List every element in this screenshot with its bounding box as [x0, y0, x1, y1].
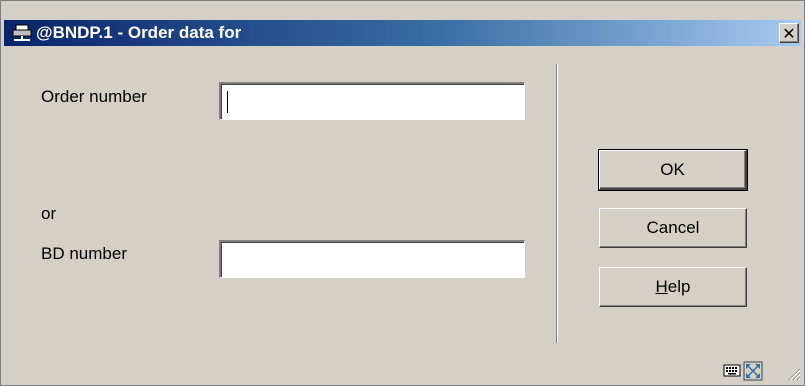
title-bar[interactable]: @BNDP.1 - Order data for ✕ [4, 20, 801, 46]
ok-button[interactable]: OK [598, 149, 748, 191]
window-title: @BNDP.1 - Order data for [36, 23, 242, 42]
help-button[interactable]: Help [599, 267, 747, 307]
ok-button-label: OK [660, 159, 685, 179]
vertical-divider [556, 64, 558, 343]
help-button-label: Help [656, 277, 691, 297]
order-number-input[interactable] [219, 82, 525, 120]
cancel-button[interactable]: Cancel [599, 208, 747, 248]
or-label: or [41, 204, 57, 223]
text-caret [227, 91, 228, 113]
close-icon: ✕ [782, 24, 796, 43]
expand-icon[interactable] [743, 361, 763, 381]
keyboard-icon[interactable] [723, 361, 741, 379]
help-mnemonic: H [655, 277, 668, 296]
cancel-button-label: Cancel [646, 218, 700, 237]
bd-number-label: BD number [41, 244, 127, 263]
resize-grip-icon[interactable] [785, 365, 801, 381]
network-printer-icon [12, 24, 32, 41]
bd-number-input[interactable] [219, 240, 525, 278]
help-label-rest: elp [667, 277, 691, 296]
close-button[interactable]: ✕ [779, 23, 799, 43]
dialog-window: @BNDP.1 - Order data for ✕ Order number … [0, 0, 805, 386]
order-number-label: Order number [41, 87, 147, 106]
